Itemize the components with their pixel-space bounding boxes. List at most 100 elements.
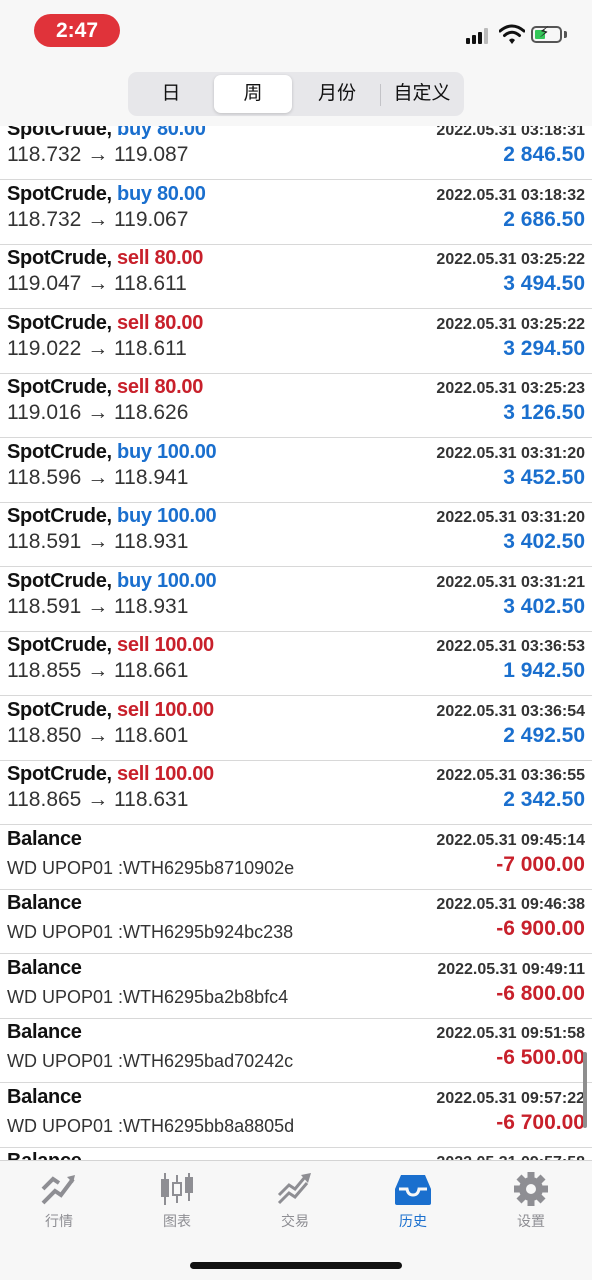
segment-divider [380, 84, 381, 106]
deal-prices: 118.591 → 118.931 [7, 530, 188, 554]
row-symbol-line: SpotCrude, sell 100.00 [7, 699, 214, 722]
arrow-right-icon: → [81, 788, 115, 811]
deal-row[interactable]: SpotCrude, buy 100.00 118.591 → 118.931 20… [0, 568, 592, 632]
period-tab-month[interactable]: 月份 [296, 75, 378, 113]
deal-volume: 80.00 [156, 182, 206, 205]
open-price: 119.047 [7, 272, 82, 295]
row-datetime: 2022.05.31 03:25:22 [436, 315, 585, 333]
tab-settings[interactable]: 设置 [472, 1169, 590, 1239]
row-symbol-line: SpotCrude, sell 100.00 [7, 634, 214, 657]
row-profit: -6 900.00 [496, 917, 585, 940]
arrow-right-icon: → [81, 723, 115, 747]
symbol-name: SpotCrude, [7, 126, 112, 140]
row-profit: -7 000.00 [496, 852, 585, 876]
open-price: 118.732 [7, 143, 82, 166]
deal-row[interactable]: SpotCrude, sell 100.00 118.865 → 118.631 2… [0, 761, 592, 825]
row-datetime: 2022.05.31 09:46:38 [436, 896, 585, 913]
row-profit: -6 500.00 [496, 1046, 585, 1069]
open-price: 119.022 [7, 336, 82, 360]
tab-label: 行情 [45, 1213, 73, 1229]
row-symbol-line: SpotCrude, buy 80.00 [7, 183, 206, 206]
arrow-right-icon: → [81, 272, 115, 295]
symbol-name: SpotCrude, [7, 440, 112, 463]
row-symbol-line: SpotCrude, buy 100.00 [7, 440, 217, 464]
quotes-icon [41, 1175, 75, 1205]
arrow-right-icon: → [81, 530, 115, 553]
close-price: 118.931 [114, 530, 189, 553]
deal-volume: 100.00 [154, 763, 214, 785]
cellular-signal-icon [466, 28, 492, 44]
period-tab-week[interactable]: 周 [214, 75, 292, 113]
tab-quotes[interactable]: 行情 [0, 1169, 118, 1239]
balance-row[interactable]: Balance WD UPOP01 :WTH6295ba2b8bfc4 2022.0… [0, 955, 592, 1019]
symbol-name: SpotCrude, [7, 634, 112, 656]
arrow-right-icon: → [81, 401, 115, 424]
status-bar: 2:47 ⚡ [0, 0, 592, 66]
row-symbol-line: SpotCrude, buy 100.00 [7, 505, 217, 528]
row-profit: -6 800.00 [496, 981, 585, 1005]
deal-row[interactable]: SpotCrude, sell 100.00 118.850 → 118.601 2… [0, 697, 592, 761]
symbol-name: SpotCrude, [7, 505, 112, 527]
deal-row[interactable]: SpotCrude, sell 100.00 118.855 → 118.661 2… [0, 632, 592, 696]
deal-volume: 100.00 [156, 569, 217, 592]
row-profit: 2 846.50 [503, 143, 585, 166]
deal-prices: 118.732 → 119.067 [7, 208, 188, 232]
history-list[interactable]: SpotCrude, buy 80.00 118.732 → 119.087 202… [0, 126, 592, 1160]
tab-chart[interactable]: 图表 [118, 1169, 236, 1239]
balance-row[interactable]: Balance WD UPOP01 :WTH6295bad70242c 2022.0… [0, 1019, 592, 1083]
deal-volume: 80.00 [156, 126, 206, 140]
row-datetime: 2022.05.31 03:36:53 [436, 638, 585, 655]
period-tab-day[interactable]: 日 [131, 75, 211, 113]
row-profit: 2 686.50 [503, 207, 585, 231]
deal-row[interactable]: SpotCrude, sell 80.00 119.016 → 118.626 20… [0, 374, 592, 438]
deal-volume: 100.00 [156, 505, 217, 527]
close-price: 119.067 [114, 207, 189, 231]
arrow-right-icon: → [81, 336, 115, 360]
deal-prices: 118.591 → 118.931 [7, 595, 188, 619]
deal-action: sell [117, 698, 150, 721]
row-symbol-line: Balance [7, 957, 82, 980]
balance-comment: WD UPOP01 :WTH6295bb8a8805d [7, 1115, 295, 1136]
scroll-indicator[interactable] [583, 1052, 587, 1128]
tab-trade[interactable]: 交易 [236, 1169, 354, 1239]
open-price: 118.591 [7, 530, 82, 553]
row-profit: 3 126.50 [503, 401, 585, 424]
status-time[interactable]: 2:47 [34, 14, 120, 47]
row-profit: 2 342.50 [503, 788, 585, 811]
balance-row[interactable]: Balance WD UPOP01 :WTH6295b8710902e 2022.0… [0, 826, 592, 890]
deal-row[interactable]: SpotCrude, buy 80.00 118.732 → 119.067 202… [0, 181, 592, 245]
period-tab-custom[interactable]: 自定义 [382, 75, 462, 113]
tab-history[interactable]: 历史 [354, 1169, 472, 1239]
deal-row[interactable]: SpotCrude, buy 100.00 118.591 → 118.931 20… [0, 503, 592, 567]
close-price: 118.931 [114, 594, 189, 618]
deal-row[interactable]: SpotCrude, buy 80.00 118.732 → 119.087 202… [0, 126, 592, 180]
close-price: 118.626 [114, 401, 189, 424]
row-datetime: 2022.05.31 09:51:58 [436, 1025, 585, 1042]
symbol-name: Balance [7, 1021, 82, 1043]
row-datetime: 2022.05.31 03:31:21 [436, 573, 585, 591]
home-indicator[interactable] [190, 1262, 402, 1269]
deal-row[interactable]: SpotCrude, sell 80.00 119.047 → 118.611 20… [0, 245, 592, 309]
deal-row[interactable]: SpotCrude, buy 100.00 118.596 → 118.941 20… [0, 439, 592, 503]
deal-volume: 80.00 [154, 311, 204, 334]
close-price: 118.941 [114, 465, 189, 489]
deal-row[interactable]: SpotCrude, sell 80.00 119.022 → 118.611 20… [0, 310, 592, 374]
balance-row[interactable]: Balance WD UPOP01 :WTH6295b924bc238 2022.0… [0, 890, 592, 954]
row-profit: 3 402.50 [503, 530, 585, 553]
open-price: 118.850 [7, 723, 82, 747]
row-profit: 2 492.50 [503, 723, 585, 747]
trade-icon [277, 1173, 311, 1205]
balance-row[interactable]: Balance2022.05.31 09:57:58 [0, 1148, 592, 1160]
row-symbol-line: Balance [7, 1086, 82, 1109]
row-symbol-line: Balance [7, 1021, 82, 1044]
row-datetime: 2022.05.31 03:25:22 [436, 251, 585, 268]
arrow-right-icon: → [81, 207, 115, 231]
balance-row[interactable]: Balance WD UPOP01 :WTH6295bb8a8805d 2022.0… [0, 1084, 592, 1148]
row-symbol-line: SpotCrude, buy 100.00 [7, 569, 217, 593]
row-datetime: 2022.05.31 09:57:22 [436, 1089, 585, 1107]
row-datetime: 2022.05.31 03:36:54 [436, 702, 585, 720]
arrow-right-icon: → [81, 465, 115, 489]
settings-icon [514, 1172, 548, 1206]
open-price: 118.596 [7, 465, 82, 489]
close-price: 119.087 [114, 143, 189, 166]
